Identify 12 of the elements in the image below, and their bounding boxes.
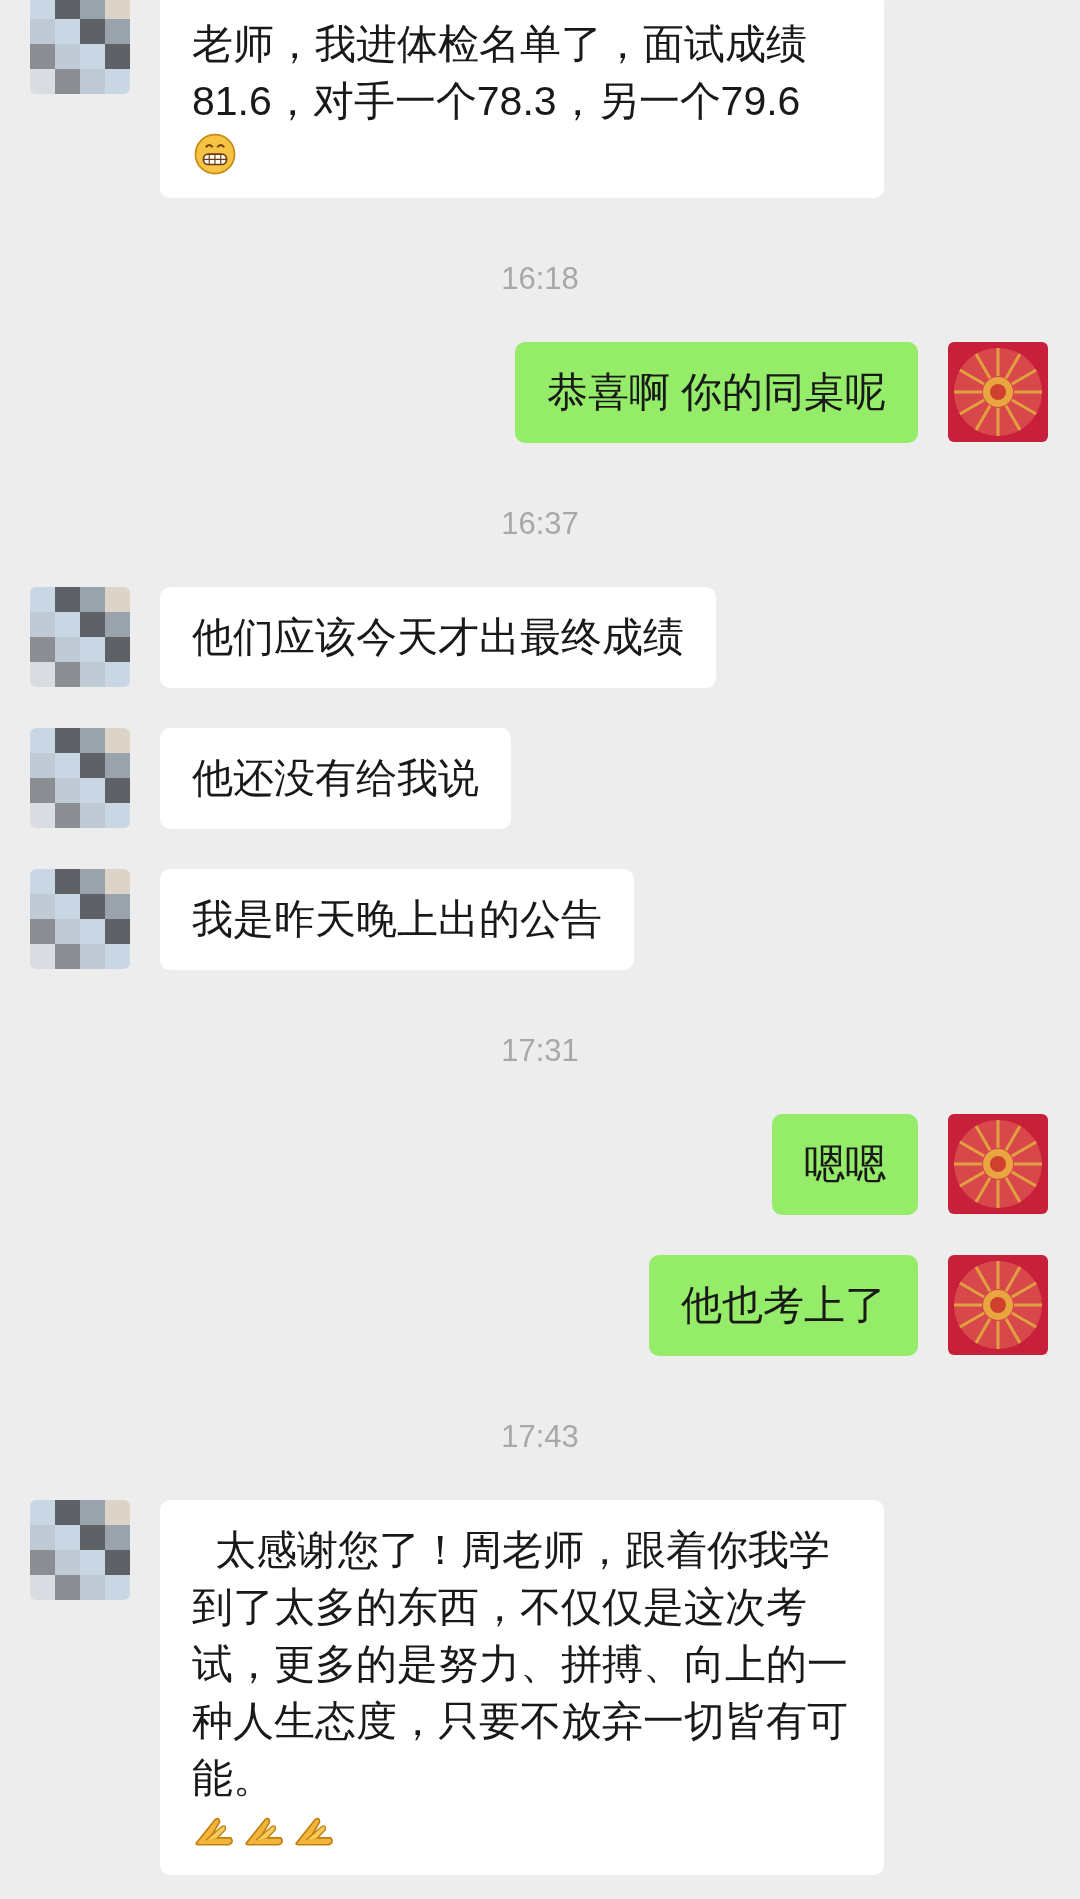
message-text: 老师，我进体检名单了，面试成绩81.6，对手一个78.3，另一个79.6	[192, 20, 808, 126]
message-text: 他也考上了	[681, 1281, 886, 1330]
message-text: 我是昨天晚上出的公告	[192, 895, 602, 944]
message-text: 嗯嗯	[804, 1140, 886, 1189]
message-text: 太感谢您了！周老师，跟着你我学到了太多的东西，不仅仅是这次考试，更多的是努力、拼搏、向上的一种人生态度，只要不放弃一切皆有可能。	[192, 1526, 849, 1803]
timestamp: 16:37	[501, 504, 579, 543]
message-text: 他还没有给我说	[192, 754, 479, 803]
timestamp: 16:18	[501, 259, 579, 298]
message-text: 恭喜啊 你的同桌呢	[546, 368, 886, 417]
timestamp: 17:43	[501, 1417, 579, 1456]
message-text: 他们应该今天才出最终成绩	[192, 613, 684, 662]
timestamp: 17:31	[501, 1031, 579, 1070]
